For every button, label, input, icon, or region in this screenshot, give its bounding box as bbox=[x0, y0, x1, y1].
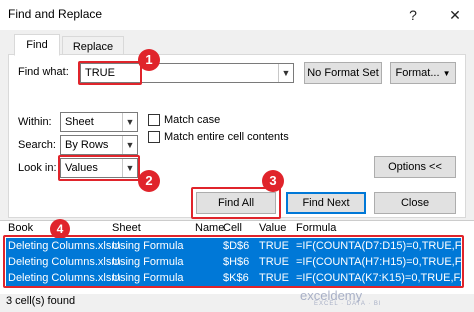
options-button[interactable]: Options << bbox=[374, 156, 456, 178]
badge-1: 1 bbox=[138, 49, 160, 71]
window-title: Find and Replace bbox=[8, 7, 103, 21]
look-in-label: Look in: bbox=[18, 162, 57, 174]
within-label: Within: bbox=[18, 116, 52, 128]
find-next-button[interactable]: Find Next bbox=[286, 192, 366, 214]
highlight-box-find-all bbox=[191, 187, 281, 219]
watermark-logo: exceldemy EXCEL · DATA · BI bbox=[300, 288, 382, 307]
format-label: Format... bbox=[395, 67, 440, 79]
tab-replace[interactable]: Replace bbox=[62, 36, 124, 56]
find-what-label: Find what: bbox=[18, 66, 69, 78]
column-header-formula[interactable]: Formula bbox=[296, 222, 336, 236]
highlight-box-results bbox=[3, 235, 464, 288]
help-icon[interactable]: ? bbox=[404, 6, 422, 24]
column-header-name[interactable]: Name bbox=[195, 222, 224, 236]
chevron-down-icon[interactable]: ▼ bbox=[122, 136, 137, 154]
column-header-cell[interactable]: Cell bbox=[223, 222, 242, 236]
highlight-box-look-in bbox=[58, 155, 140, 181]
no-format-set-button[interactable]: No Format Set bbox=[304, 62, 382, 84]
close-button[interactable]: Close bbox=[374, 192, 456, 214]
badge-3: 3 bbox=[262, 170, 284, 192]
match-case-label: Match case bbox=[164, 114, 221, 126]
search-label: Search: bbox=[18, 139, 56, 151]
status-text: 3 cell(s) found bbox=[6, 295, 76, 307]
tab-find[interactable]: Find bbox=[14, 34, 60, 56]
search-value: By Rows bbox=[65, 139, 109, 151]
highlight-box-find bbox=[78, 61, 142, 85]
format-button[interactable]: Format... ▼ bbox=[390, 62, 456, 84]
close-icon[interactable]: ✕ bbox=[446, 6, 464, 24]
column-header-book[interactable]: Book bbox=[8, 222, 33, 236]
match-case-checkbox[interactable] bbox=[148, 114, 160, 126]
match-entire-label: Match entire cell contents bbox=[164, 131, 289, 143]
within-value: Sheet bbox=[65, 116, 94, 128]
chevron-down-icon[interactable]: ▼ bbox=[278, 64, 293, 82]
column-header-value[interactable]: Value bbox=[259, 222, 286, 236]
column-header-sheet[interactable]: Sheet bbox=[112, 222, 141, 236]
match-entire-checkbox[interactable] bbox=[148, 131, 160, 143]
chevron-down-icon: ▼ bbox=[442, 69, 451, 78]
badge-2: 2 bbox=[138, 170, 160, 192]
watermark-tagline: EXCEL · DATA · BI bbox=[314, 301, 382, 307]
chevron-down-icon[interactable]: ▼ bbox=[122, 113, 137, 131]
